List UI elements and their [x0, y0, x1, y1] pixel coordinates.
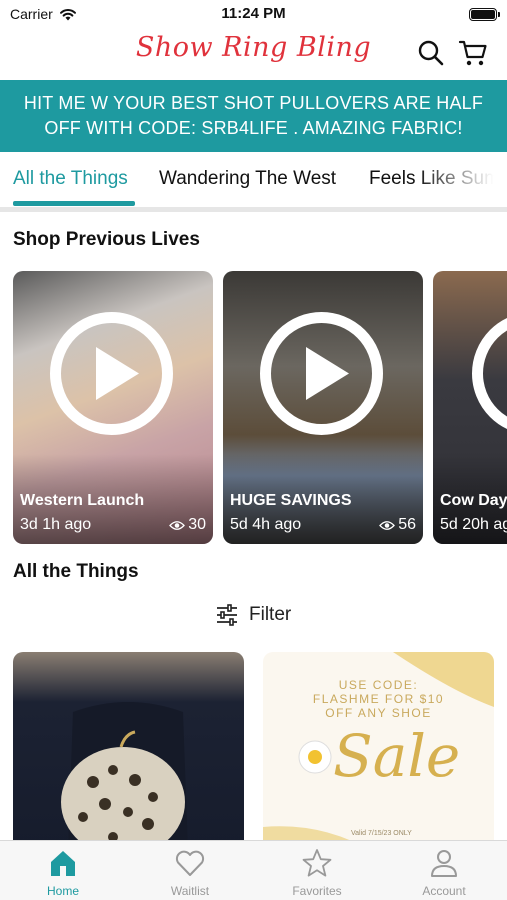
home-icon: [51, 851, 75, 876]
previous-lives-carousel[interactable]: Western Launch 3d 1h ago 30 HUGE SAVINGS…: [0, 271, 507, 545]
product-card[interactable]: [13, 652, 244, 852]
status-bar: Carrier 11:24 PM: [0, 0, 507, 30]
search-icon[interactable]: [416, 38, 446, 68]
tab-home-label: Home: [46, 884, 79, 898]
battery-icon: [469, 8, 500, 21]
promo-code-text: USE CODE: FLASHME FOR $10 OFF ANY SHOE: [263, 678, 494, 720]
category-tabs: All the Things Wandering The West Feels …: [0, 152, 507, 208]
live-card[interactable]: Cow Day 5d 20h ago: [433, 271, 507, 544]
products-title: All the Things: [13, 561, 139, 582]
promo-line: FLASHME FOR $10: [312, 692, 445, 706]
tab-all-the-things[interactable]: All the Things: [13, 168, 128, 190]
play-icon[interactable]: [259, 311, 384, 436]
tab-favorites[interactable]: Favorites: [254, 841, 380, 900]
live-age: 5d 4h ago: [230, 516, 302, 533]
live-title: Western Launch: [20, 492, 145, 509]
live-views: 30: [169, 516, 206, 534]
live-views-count: 30: [188, 516, 206, 533]
tab-waitlist-label: Waitlist: [170, 884, 210, 898]
app-header: Show Ring Bling: [0, 30, 507, 80]
promo-banner-text: HIT ME W YOUR BEST SHOT PULLOVERS ARE HA…: [23, 93, 484, 138]
live-views: 56: [379, 516, 416, 534]
live-card[interactable]: Western Launch 3d 1h ago 30: [13, 271, 213, 544]
live-card[interactable]: HUGE SAVINGS 5d 4h ago 56: [223, 271, 423, 544]
play-icon[interactable]: [471, 311, 507, 436]
play-icon[interactable]: [49, 311, 174, 436]
live-views-count: 56: [398, 516, 416, 533]
tab-home[interactable]: Home: [0, 841, 126, 900]
promo-line: USE CODE:: [338, 678, 419, 692]
tab-favorites-label: Favorites: [292, 884, 342, 898]
live-title: Cow Day: [440, 492, 507, 509]
live-age: 5d 20h ago: [440, 516, 507, 533]
filter-button[interactable]: Filter: [215, 604, 291, 626]
tab-waitlist[interactable]: Waitlist: [127, 841, 253, 900]
heart-icon: [175, 850, 205, 876]
product-image: [61, 702, 188, 852]
bottom-tab-bar: Home Waitlist Favorites Account: [0, 840, 507, 900]
valid-date: Valid 7/15/23 ONLY: [351, 830, 412, 837]
filter-icon: [217, 604, 237, 626]
tab-account[interactable]: Account: [381, 841, 507, 900]
tabs-fade: [417, 152, 507, 208]
star-icon: [302, 849, 332, 877]
cart-icon[interactable]: [458, 38, 488, 68]
promo-line: OFF ANY SHOE: [325, 706, 432, 720]
tab-account-label: Account: [422, 884, 466, 898]
live-age: 3d 1h ago: [20, 516, 92, 533]
tab-wandering-the-west[interactable]: Wandering The West: [159, 168, 336, 190]
product-card[interactable]: USE CODE: FLASHME FOR $10 OFF ANY SHOE S…: [263, 652, 494, 852]
filter-label: Filter: [249, 604, 292, 625]
person-icon: [431, 850, 457, 877]
live-title: HUGE SAVINGS: [230, 492, 352, 509]
eye-icon: [379, 520, 396, 530]
clock: 11:24 PM: [221, 5, 286, 22]
previous-lives-title: Shop Previous Lives: [13, 229, 200, 250]
divider: [0, 207, 507, 212]
eye-icon: [169, 520, 186, 530]
active-tab-indicator: [13, 201, 135, 206]
sale-script: Sale: [333, 722, 461, 790]
promo-banner[interactable]: HIT ME W YOUR BEST SHOT PULLOVERS ARE HA…: [0, 80, 507, 152]
